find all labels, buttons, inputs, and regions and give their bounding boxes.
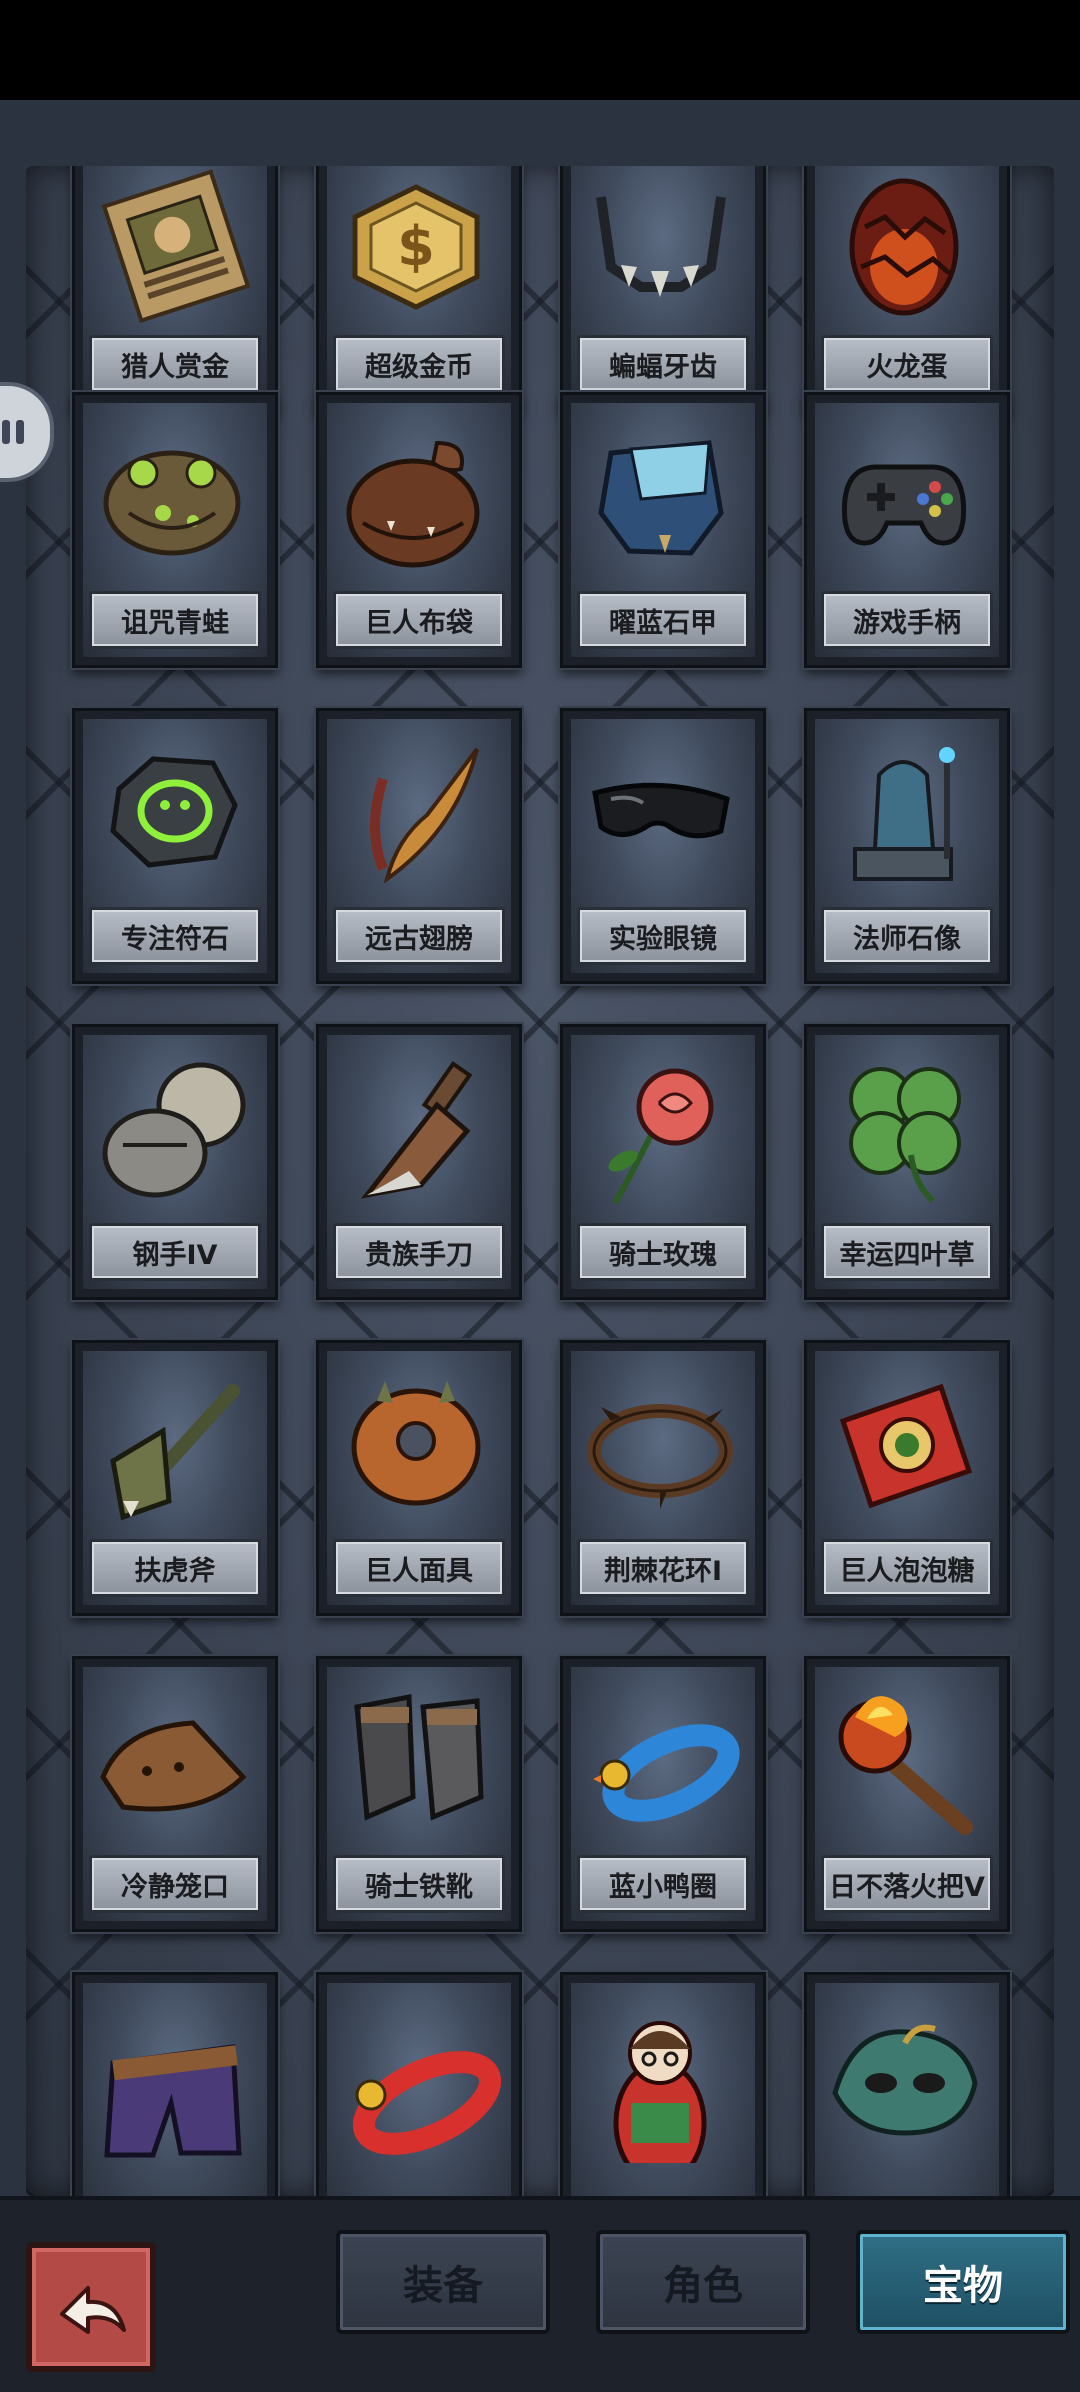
nesting-doll-icon xyxy=(613,2021,707,2163)
giant-mask-icon xyxy=(351,1381,481,1506)
noble-knife-icon xyxy=(360,1060,473,1199)
item-card[interactable]: 日不落火把V xyxy=(804,1656,1010,1932)
gamepad-icon xyxy=(841,464,967,546)
shorts-icon xyxy=(104,2044,242,2158)
item-card[interactable]: 曜蓝石甲 xyxy=(560,392,766,668)
item-card[interactable]: 法师石像 xyxy=(804,708,1010,984)
item-label: 远古翅膀 xyxy=(333,907,505,965)
item-card[interactable]: 实验眼镜 xyxy=(560,708,766,984)
treasure-grid-panel[interactable]: 猎人赏金 $ 超级金币 蝙蝠牙齿 火龙蛋 诅咒青蛙 巨人布袋 曜蓝石甲 游戏手柄… xyxy=(26,166,1054,2196)
item-card[interactable]: 专注符石 xyxy=(72,708,278,984)
item-label: 实验眼镜 xyxy=(577,907,749,965)
bubblegum-box-icon xyxy=(839,1383,973,1509)
item-card[interactable]: 扶虎斧 xyxy=(72,1340,278,1616)
tab-equipment[interactable]: 装备 xyxy=(336,2230,550,2334)
muzzle-icon xyxy=(100,1720,247,1812)
item-card[interactable] xyxy=(316,1972,522,2196)
item-card[interactable]: 远古翅膀 xyxy=(316,708,522,984)
torch-icon xyxy=(838,1696,973,1835)
wanted-poster-icon xyxy=(101,169,251,324)
item-label: 冷静笼口 xyxy=(89,1855,261,1913)
four-leaf-clover-icon xyxy=(849,1067,961,1204)
bat-teeth-icon xyxy=(596,196,726,297)
item-label: 日不落火把V xyxy=(821,1855,993,1913)
item-card[interactable] xyxy=(72,1972,278,2196)
item-label: 扶虎斧 xyxy=(89,1539,261,1597)
item-card[interactable]: 游戏手柄 xyxy=(804,392,1010,668)
item-label: 法师石像 xyxy=(821,907,993,965)
item-card[interactable]: $ 超级金币 xyxy=(316,166,522,412)
item-card[interactable]: 蝙蝠牙齿 xyxy=(560,166,766,412)
dragon-egg-icon xyxy=(849,178,959,316)
item-card[interactable]: 巨人泡泡糖 xyxy=(804,1340,1010,1616)
item-card[interactable]: 幸运四叶草 xyxy=(804,1024,1010,1300)
item-card[interactable]: 巨人面具 xyxy=(316,1340,522,1616)
iron-boots-icon xyxy=(354,1693,484,1821)
back-arrow-icon xyxy=(60,2286,126,2334)
item-label: 巨人泡泡糖 xyxy=(821,1539,993,1597)
gold-coin-icon: $ xyxy=(352,184,480,310)
rose-icon xyxy=(608,1068,714,1205)
mage-statue-icon xyxy=(853,747,955,881)
masquerade-mask-icon xyxy=(832,2024,978,2136)
inventory-screen: 猎人赏金 $ 超级金币 蝙蝠牙齿 火龙蛋 诅咒青蛙 巨人布袋 曜蓝石甲 游戏手柄… xyxy=(0,100,1080,2388)
rune-stone-icon xyxy=(110,756,238,868)
item-label: 蓝小鸭圈 xyxy=(577,1855,749,1913)
item-label: 曜蓝石甲 xyxy=(577,591,749,649)
item-card[interactable]: 猎人赏金 xyxy=(72,166,278,412)
item-card[interactable]: 火龙蛋 xyxy=(804,166,1010,412)
ancient-wing-icon xyxy=(370,747,479,884)
item-card[interactable]: 荆棘花环I xyxy=(560,1340,766,1616)
item-card[interactable]: 骑士铁靴 xyxy=(316,1656,522,1932)
item-label: 诅咒青蛙 xyxy=(89,591,261,649)
item-label: 骑士玫瑰 xyxy=(577,1223,749,1281)
svg-text:$: $ xyxy=(397,215,435,278)
blue-stone-armor-icon xyxy=(598,440,724,556)
item-label: 火龙蛋 xyxy=(821,335,993,393)
steel-gauntlet-icon xyxy=(102,1062,246,1198)
item-card[interactable] xyxy=(560,1972,766,2196)
item-card[interactable] xyxy=(804,1972,1010,2196)
tab-treasure[interactable]: 宝物 xyxy=(856,2230,1070,2334)
item-card[interactable]: 骑士玫瑰 xyxy=(560,1024,766,1300)
cursed-frog-icon xyxy=(103,450,241,556)
item-label: 巨人布袋 xyxy=(333,591,505,649)
item-label: 钢手IV xyxy=(89,1223,261,1281)
item-card[interactable]: 诅咒青蛙 xyxy=(72,392,278,668)
item-label: 贵族手刀 xyxy=(333,1223,505,1281)
back-button[interactable] xyxy=(26,2242,156,2372)
red-duck-ring-icon xyxy=(352,2051,502,2155)
thorn-wreath-icon xyxy=(587,1404,733,1509)
item-card[interactable]: 冷静笼口 xyxy=(72,1656,278,1932)
goggles-icon xyxy=(592,782,730,839)
axe-icon xyxy=(110,1384,240,1521)
item-card[interactable]: 钢手IV xyxy=(72,1024,278,1300)
item-label: 荆棘花环I xyxy=(577,1539,749,1597)
item-label: 猎人赏金 xyxy=(89,335,261,393)
item-label: 骑士铁靴 xyxy=(333,1855,505,1913)
item-card[interactable]: 蓝小鸭圈 xyxy=(560,1656,766,1932)
grip-line xyxy=(2,420,10,444)
item-label: 巨人面具 xyxy=(333,1539,505,1597)
tab-character[interactable]: 角色 xyxy=(596,2230,810,2334)
item-card[interactable]: 巨人布袋 xyxy=(316,392,522,668)
item-label: 蝙蝠牙齿 xyxy=(577,335,749,393)
item-label: 游戏手柄 xyxy=(821,591,993,649)
item-label: 超级金币 xyxy=(333,335,505,393)
item-card[interactable]: 贵族手刀 xyxy=(316,1024,522,1300)
giant-sack-icon xyxy=(346,440,480,568)
grip-line xyxy=(16,420,24,444)
bottom-nav-bar: 装备 角色 宝物 xyxy=(0,2196,1080,2392)
blue-duck-ring-icon xyxy=(593,1724,740,1822)
item-label: 幸运四叶草 xyxy=(821,1223,993,1281)
item-label: 专注符石 xyxy=(89,907,261,965)
